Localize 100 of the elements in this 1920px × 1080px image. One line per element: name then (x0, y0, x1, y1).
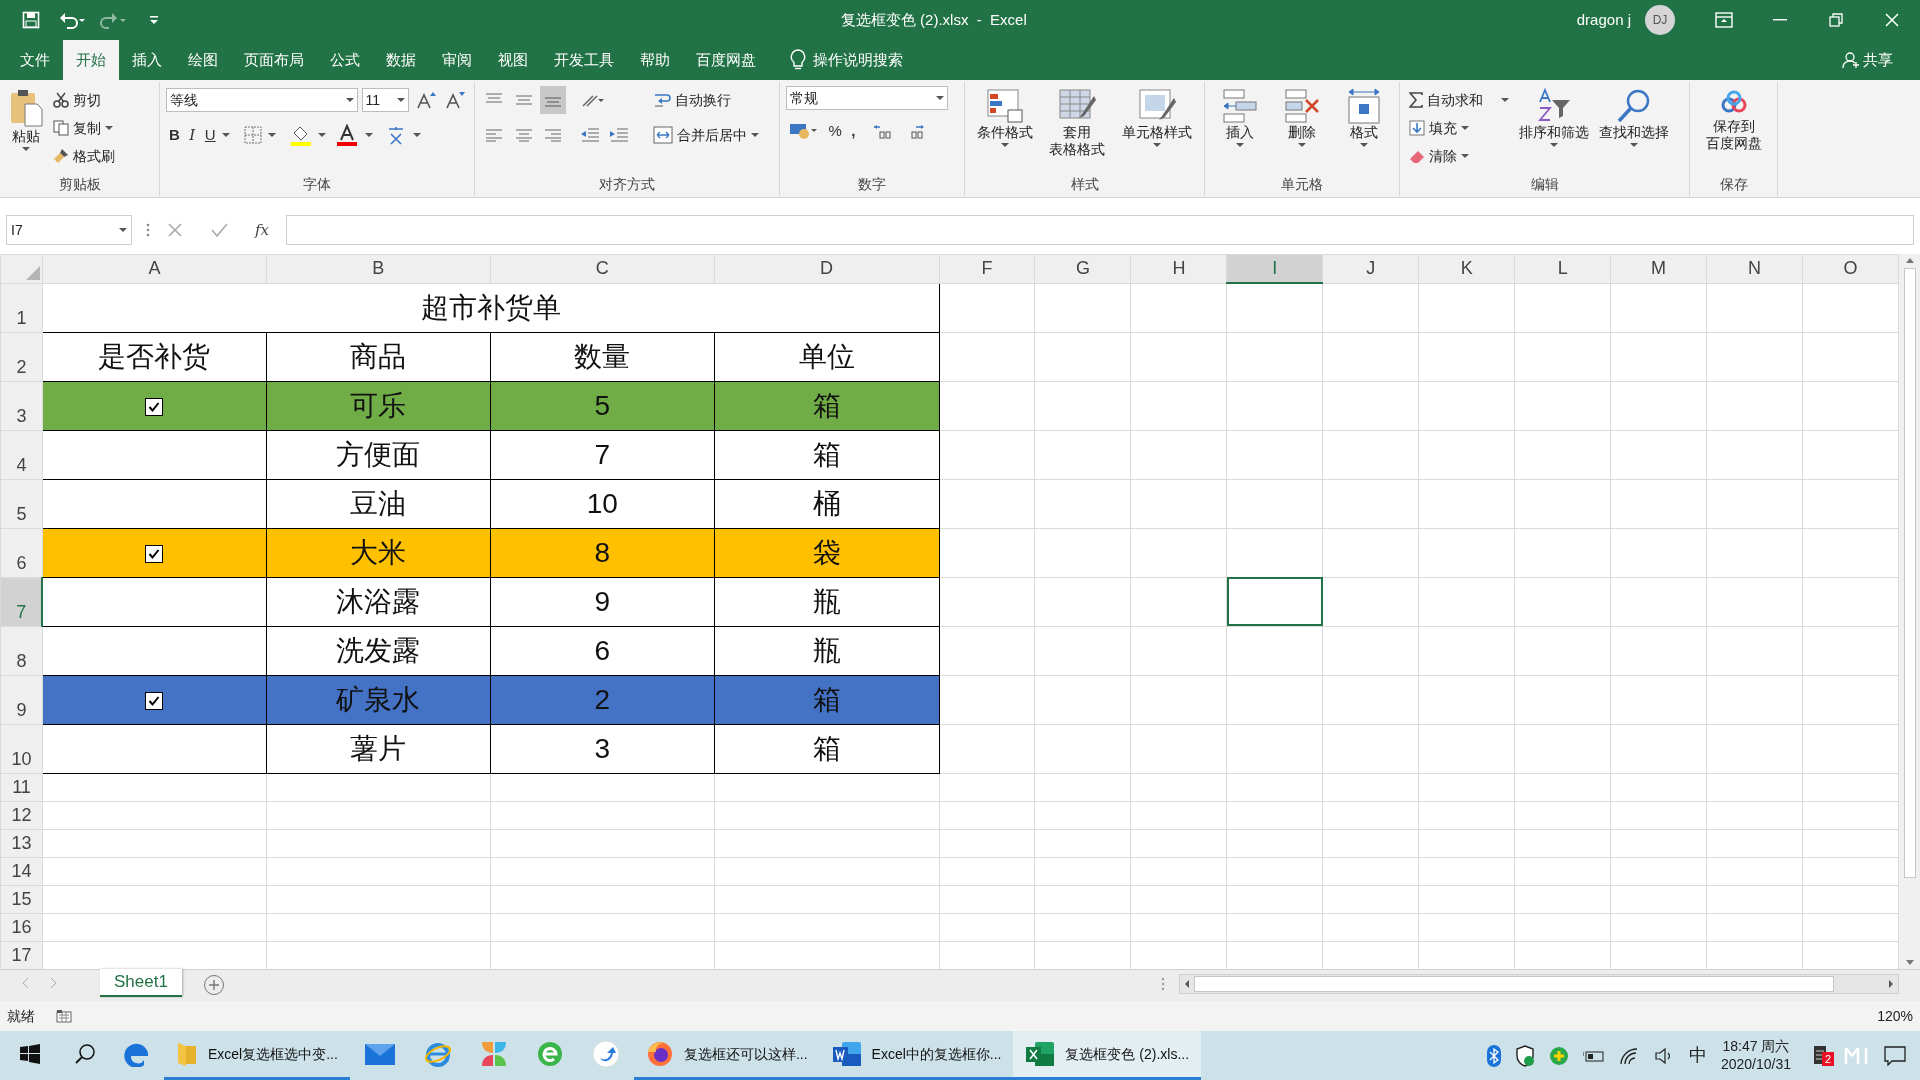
shield-icon[interactable] (1514, 1044, 1535, 1067)
column-header[interactable]: M (1610, 254, 1707, 283)
name-box[interactable]: I7 (6, 215, 132, 245)
merge-center-button[interactable]: 合并后居中 (650, 121, 762, 149)
row-header[interactable]: 3 (0, 381, 43, 430)
menu-tab[interactable]: 开始 (63, 40, 119, 80)
column-header[interactable]: G (1035, 254, 1131, 283)
paste-button[interactable]: 粘贴 (6, 86, 46, 174)
cell-styles-button[interactable]: 单元格样式 (1118, 86, 1195, 174)
add-sheet-icon[interactable] (202, 973, 225, 996)
row-header[interactable]: 14 (0, 857, 43, 885)
fill-button[interactable]: 填充 (1406, 114, 1512, 142)
format-as-table-button[interactable]: 套用 表格格式 (1046, 86, 1109, 174)
zoom-level[interactable]: 120% (1877, 1005, 1913, 1027)
battery-icon[interactable] (1582, 1048, 1605, 1063)
format-painter-button[interactable]: 格式刷 (50, 142, 118, 170)
number-format-field[interactable]: 常规 (786, 86, 948, 110)
next-sheet-icon[interactable] (50, 977, 58, 989)
row-header[interactable]: 17 (0, 941, 43, 969)
column-header[interactable]: C (490, 254, 715, 283)
menu-tab[interactable]: 百度网盘 (683, 40, 769, 80)
wrap-text-button[interactable]: 自动换行 (650, 86, 762, 114)
clear-button[interactable]: 清除 (1406, 142, 1512, 170)
tell-me-search[interactable]: 操作说明搜索 (813, 40, 903, 80)
italic-button[interactable]: I (186, 121, 199, 149)
row-header[interactable]: 11 (0, 773, 43, 801)
row-header[interactable]: 15 (0, 885, 43, 913)
column-header[interactable]: D (714, 254, 940, 283)
column-header[interactable]: H (1130, 254, 1227, 283)
taskbar-button[interactable]: 复选框还可以这样... (633, 1031, 820, 1080)
selected-cell[interactable] (1226, 577, 1323, 626)
font-name-field[interactable]: 等线 (166, 88, 359, 112)
row-header[interactable]: 6 (0, 528, 43, 577)
share-button[interactable]: 共享 (1828, 40, 1906, 80)
conditional-format-button[interactable]: 条件格式 (974, 86, 1037, 174)
column-header[interactable]: L (1514, 254, 1611, 283)
row-header[interactable]: 10 (0, 724, 43, 773)
checkbox[interactable] (145, 545, 164, 564)
row-header[interactable]: 5 (0, 479, 43, 528)
row-header[interactable]: 4 (0, 430, 43, 479)
sort-filter-button[interactable]: 排序和筛选 (1516, 86, 1592, 174)
menu-tab[interactable]: 公式 (317, 40, 373, 80)
align-bottom-icon[interactable] (540, 86, 566, 114)
comma-button[interactable]: , (848, 117, 859, 145)
column-header[interactable]: K (1418, 254, 1515, 283)
column-header[interactable]: A (42, 254, 267, 283)
menu-tab[interactable]: 开发工具 (541, 40, 627, 80)
horizontal-scrollbar[interactable] (1179, 973, 1899, 994)
row-header[interactable]: 9 (0, 675, 43, 724)
menu-tab[interactable]: 视图 (485, 40, 541, 80)
vertical-scrollbar[interactable] (1899, 254, 1920, 969)
checkbox[interactable] (145, 692, 164, 711)
column-header[interactable]: B (266, 254, 491, 283)
row-header[interactable]: 8 (0, 626, 43, 675)
row-header[interactable]: 16 (0, 913, 43, 941)
delete-cells-button[interactable]: 删除 (1281, 86, 1323, 174)
taskbar-button[interactable]: Excel复选框选中变... (164, 1031, 350, 1080)
menu-tab[interactable]: 页面布局 (231, 40, 317, 80)
sheet-tab[interactable]: Sheet1 (100, 969, 182, 997)
cut-button[interactable]: 剪切 (50, 86, 118, 114)
bluetooth-icon[interactable] (1486, 1044, 1501, 1067)
row-header[interactable]: 12 (0, 801, 43, 829)
percent-button[interactable]: % (825, 117, 845, 145)
macro-icon[interactable] (56, 1009, 72, 1023)
column-header[interactable]: J (1322, 254, 1419, 283)
row-header[interactable]: 2 (0, 332, 43, 381)
menu-tab[interactable]: 审阅 (429, 40, 485, 80)
previous-sheet-icon[interactable] (21, 977, 29, 989)
checkbox[interactable] (145, 398, 164, 417)
menu-tab[interactable]: 帮助 (627, 40, 683, 80)
plus-circle-icon[interactable] (1548, 1045, 1569, 1066)
caret-icon (412, 131, 421, 139)
column-header[interactable]: F (939, 254, 1035, 283)
menu-tab[interactable]: 文件 (7, 40, 63, 80)
copy-button[interactable]: 复制 (50, 114, 118, 142)
bold-button[interactable]: B (166, 121, 183, 149)
row-header[interactable]: 1 (0, 283, 43, 332)
select-all-corner[interactable] (0, 254, 43, 283)
menu-tab[interactable]: 插入 (119, 40, 175, 80)
save-to-cloud-button[interactable]: 保存到 百度网盘 (1702, 86, 1765, 174)
input-method[interactable]: 中 (1688, 1042, 1707, 1069)
format-cells-button[interactable]: 格式 (1343, 86, 1385, 174)
insert-function-button[interactable]: fx (252, 216, 272, 244)
menu-tab[interactable]: 绘图 (175, 40, 231, 80)
chat-icon[interactable] (1884, 1045, 1906, 1066)
formula-field[interactable] (286, 215, 1914, 245)
row-header[interactable]: 13 (0, 829, 43, 857)
taskbar-button[interactable]: 复选框变色 (2).xls... (1013, 1031, 1202, 1080)
row-header[interactable]: 7 (0, 577, 43, 626)
column-header[interactable]: I (1226, 254, 1323, 283)
menu-tab[interactable]: 数据 (373, 40, 429, 80)
fox-icon (645, 1040, 674, 1068)
font-size-field[interactable]: 11 (361, 88, 409, 112)
underline-button[interactable]: U (201, 121, 219, 149)
column-header[interactable]: N (1706, 254, 1803, 283)
column-header[interactable]: O (1802, 254, 1899, 283)
insert-cells-button[interactable]: 插入 (1219, 86, 1261, 174)
avatar[interactable]: DJ (1645, 5, 1675, 35)
find-select-button[interactable]: 查找和选择 (1596, 86, 1672, 174)
autosum-button[interactable]: 自动求和 (1406, 86, 1512, 114)
